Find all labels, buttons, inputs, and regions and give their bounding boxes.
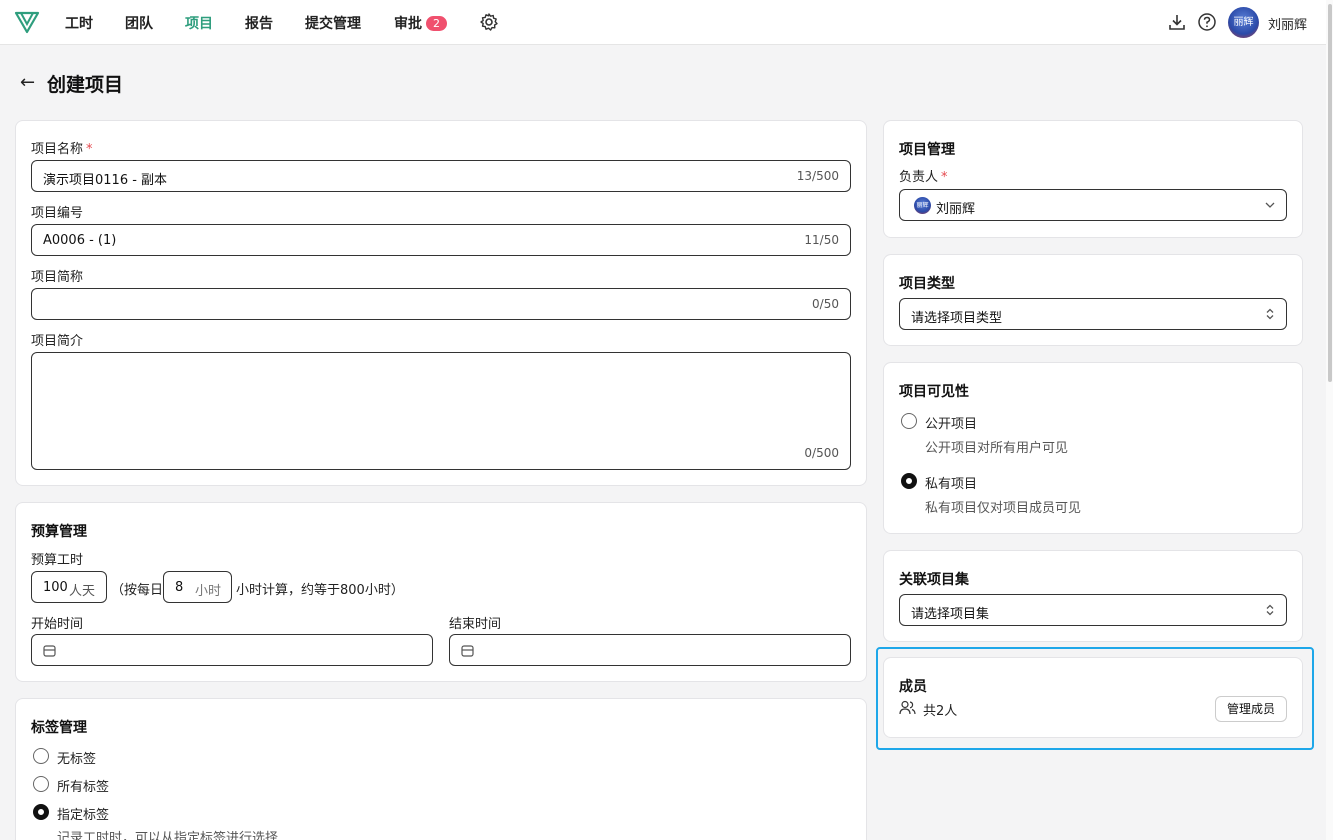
tags-title: 标签管理	[31, 720, 87, 736]
radio-private[interactable]	[901, 473, 917, 489]
project-name-counter: 13/500	[796, 169, 839, 183]
budget-days-input[interactable]: 100 人天	[31, 571, 107, 603]
management-title: 项目管理	[899, 142, 955, 158]
radio-no-tags-label[interactable]: 无标签	[57, 748, 96, 767]
owner-value: 刘丽辉	[936, 202, 976, 217]
hours-per-day-input[interactable]: 8 小时	[163, 571, 232, 603]
project-intro-label: 项目简介	[31, 334, 84, 349]
end-date-label: 结束时间	[449, 617, 502, 632]
per-day-suffix: 小时计算，约等于800小时）	[236, 583, 404, 598]
visibility-title: 项目可见性	[899, 384, 969, 400]
help-icon[interactable]	[1197, 12, 1217, 32]
nav-projects[interactable]: 项目	[185, 13, 213, 33]
tags-card: 标签管理 无标签 所有标签 指定标签 记录工时时，可以从指定标签进行选择	[15, 698, 867, 840]
project-code-label: 项目编号	[31, 206, 84, 221]
chevron-updown-icon	[1266, 308, 1274, 320]
user-avatar[interactable]: 丽辉	[1228, 7, 1259, 38]
download-icon[interactable]	[1167, 12, 1187, 32]
project-name-value: 演示项目0116 - 副本	[43, 173, 168, 188]
nav-submission[interactable]: 提交管理	[305, 13, 361, 33]
specified-tags-hint: 记录工时时，可以从指定标签进行选择	[57, 831, 279, 840]
end-date-picker[interactable]	[449, 634, 851, 666]
project-set-title: 关联项目集	[899, 572, 969, 588]
project-code-input[interactable]: A0006 - (1) 11/50	[31, 224, 851, 256]
nav-reports[interactable]: 报告	[245, 13, 273, 33]
back-arrow-icon[interactable]: ←	[20, 72, 35, 93]
start-date-picker[interactable]	[31, 634, 433, 666]
project-set-placeholder: 请选择项目集	[911, 607, 990, 622]
budget-hours-label: 预算工时	[31, 553, 84, 568]
radio-specified-tags[interactable]	[33, 804, 49, 820]
nav-approval[interactable]: 审批 2	[394, 13, 447, 33]
budget-title: 预算管理	[31, 524, 87, 540]
top-nav: 工时 团队 项目 报告 提交管理 审批 2 丽辉 刘丽辉	[0, 0, 1326, 45]
radio-all-tags-label[interactable]: 所有标签	[57, 776, 109, 795]
budget-card: 预算管理 预算工时 100 人天 （按每日 8 小时 小时计算，约等于800小时…	[15, 502, 867, 682]
management-card: 项目管理 负责人 * 丽辉 刘丽辉	[883, 120, 1303, 238]
nav-approval-label: 审批	[394, 16, 422, 32]
visibility-card: 项目可见性 公开项目 公开项目对所有用户可见 私有项目 私有项目仅对项目成员可见	[883, 362, 1303, 534]
owner-avatar: 丽辉	[914, 197, 931, 214]
radio-specified-tags-label[interactable]: 指定标签	[57, 804, 109, 823]
radio-public-label[interactable]: 公开项目	[925, 413, 977, 432]
app-logo[interactable]	[14, 9, 40, 35]
hours-per-day-unit: 小时	[195, 584, 222, 599]
public-desc: 公开项目对所有用户可见	[925, 441, 1069, 456]
radio-all-tags[interactable]	[33, 776, 49, 792]
per-day-prefix: （按每日	[111, 583, 164, 598]
scrollbar-thumb[interactable]	[1328, 4, 1332, 382]
project-set-select[interactable]: 请选择项目集	[899, 594, 1287, 626]
project-set-card: 关联项目集 请选择项目集	[883, 550, 1303, 642]
budget-days-value: 100	[43, 580, 68, 595]
chevron-updown-icon	[1266, 604, 1274, 616]
project-short-input[interactable]: 0/50	[31, 288, 851, 320]
approval-count-badge: 2	[426, 16, 447, 31]
project-code-counter: 11/50	[804, 233, 839, 247]
members-title: 成员	[899, 679, 927, 695]
project-type-title: 项目类型	[899, 276, 955, 292]
calendar-icon	[43, 645, 56, 657]
manage-members-button[interactable]: 管理成员	[1215, 696, 1287, 722]
project-intro-counter: 0/500	[804, 446, 839, 460]
members-card: 成员 共2人 管理成员	[883, 657, 1303, 738]
nav-timesheet[interactable]: 工时	[65, 13, 93, 33]
project-intro-textarea[interactable]: 0/500	[31, 352, 851, 470]
start-date-label: 开始时间	[31, 617, 84, 632]
project-type-placeholder: 请选择项目类型	[911, 311, 1003, 326]
radio-private-label[interactable]: 私有项目	[925, 473, 977, 492]
project-type-select[interactable]: 请选择项目类型	[899, 298, 1287, 330]
users-icon	[899, 700, 916, 715]
radio-public[interactable]	[901, 413, 917, 429]
budget-days-unit: 人天	[69, 584, 96, 599]
page-scrollbar[interactable]	[1326, 0, 1333, 840]
private-desc: 私有项目仅对项目成员可见	[925, 501, 1082, 516]
owner-select[interactable]: 丽辉 刘丽辉	[899, 189, 1287, 221]
chevron-down-icon	[1265, 202, 1275, 208]
project-code-value: A0006 - (1)	[43, 233, 117, 248]
project-name-label: 项目名称 *	[31, 142, 93, 157]
project-short-counter: 0/50	[812, 297, 839, 311]
radio-no-tags[interactable]	[33, 748, 49, 764]
calendar-icon	[461, 645, 474, 657]
settings-gear-icon[interactable]	[479, 12, 499, 32]
owner-label: 负责人 *	[899, 170, 948, 185]
project-short-label: 项目简称	[31, 270, 84, 285]
nav-team[interactable]: 团队	[125, 13, 153, 33]
basic-info-card: 项目名称 * 演示项目0116 - 副本 13/500 项目编号 A0006 - …	[15, 120, 867, 486]
project-type-card: 项目类型 请选择项目类型	[883, 254, 1303, 346]
project-name-input[interactable]: 演示项目0116 - 副本 13/500	[31, 160, 851, 192]
members-count: 共2人	[923, 704, 958, 719]
user-name[interactable]: 刘丽辉	[1268, 14, 1307, 33]
hours-per-day-value: 8	[175, 580, 184, 595]
page-title: 创建项目	[47, 74, 124, 96]
